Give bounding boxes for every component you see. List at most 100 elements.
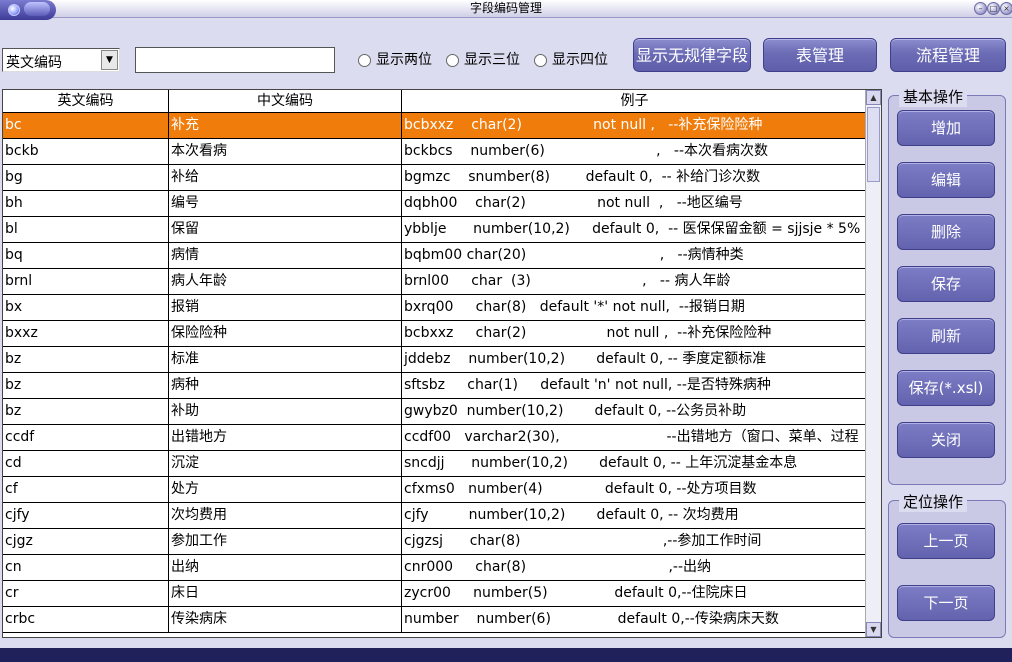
example-cell[interactable]: bcbxxz char(2) not null , --补充保险险种	[402, 113, 867, 138]
table-row[interactable]: bz 病种 sftsbz char(1) default 'n' not null,…	[3, 373, 867, 399]
close-icon[interactable]: ×	[1000, 2, 1012, 15]
example-cell[interactable]: jddebz number(10,2) default 0, -- 季度定额标准	[402, 347, 867, 372]
english-code-cell[interactable]: cjfy	[3, 503, 169, 528]
table-row[interactable]: cn 出纳 cnr000 char(8) ,--出纳	[3, 555, 867, 581]
chinese-code-cell[interactable]: 本次看病	[169, 139, 402, 164]
english-code-cell[interactable]: bxxz	[3, 321, 169, 346]
chevron-down-icon[interactable]: ▼	[101, 50, 118, 70]
show-irregular-fields-button[interactable]: 显示无规律字段	[633, 38, 751, 72]
example-cell[interactable]: cfxms0 number(4) default 0, --处方项目数	[402, 477, 867, 502]
radio-show-two-digits[interactable]: 显示两位	[358, 50, 432, 70]
table-row[interactable]: bxxz 保险险种 bcbxxz char(2) not null , --补充保险…	[3, 321, 867, 347]
next-page-button[interactable]: 下一页	[897, 585, 995, 621]
table-row[interactable]: cr 床日 zycr00 number(5) default 0,--住院床日	[3, 581, 867, 607]
vertical-scrollbar[interactable]: ▲ ▼	[865, 90, 881, 637]
example-cell[interactable]: bgmzc snumber(8) default 0, -- 补给门诊次数	[402, 165, 867, 190]
english-code-cell[interactable]: bq	[3, 243, 169, 268]
chinese-code-cell[interactable]: 病种	[169, 373, 402, 398]
english-code-cell[interactable]: bx	[3, 295, 169, 320]
table-row[interactable]: bh 编号 dqbh00 char(2) not null , --地区编号	[3, 191, 867, 217]
chinese-code-cell[interactable]: 保险险种	[169, 321, 402, 346]
english-code-cell[interactable]: bh	[3, 191, 169, 216]
example-cell[interactable]: dqbh00 char(2) not null , --地区编号	[402, 191, 867, 216]
example-cell[interactable]: bxrq00 char(8) default '*' not null, --报…	[402, 295, 867, 320]
column-header-chinese-code[interactable]: 中文编码	[169, 90, 402, 112]
chinese-code-cell[interactable]: 处方	[169, 477, 402, 502]
english-code-cell[interactable]: bz	[3, 373, 169, 398]
english-code-cell[interactable]: cr	[3, 581, 169, 606]
example-cell[interactable]: cjfy number(10,2) default 0, -- 次均费用	[402, 503, 867, 528]
example-cell[interactable]: cjgzsj char(8) ,--参加工作时间	[402, 529, 867, 554]
example-cell[interactable]: ccdf00 varchar2(30), --出错地方（窗口、菜单、过程	[402, 425, 867, 450]
example-cell[interactable]: sftsbz char(1) default 'n' not null, --是…	[402, 373, 867, 398]
workflow-management-button[interactable]: 流程管理	[890, 38, 1006, 72]
table-row[interactable]: bq 病情 bqbm00 char(20) , --病情种类	[3, 243, 867, 269]
chinese-code-cell[interactable]: 补助	[169, 399, 402, 424]
chinese-code-cell[interactable]: 报销	[169, 295, 402, 320]
scroll-up-icon[interactable]: ▲	[866, 90, 881, 105]
column-header-example[interactable]: 例子	[402, 90, 867, 112]
chinese-code-cell[interactable]: 传染病床	[169, 607, 402, 632]
example-cell[interactable]: ybblje number(10,2) default 0, -- 医保保留金额…	[402, 217, 867, 242]
english-code-cell[interactable]: bz	[3, 347, 169, 372]
save-button[interactable]: 保存	[897, 266, 995, 302]
table-row[interactable]: cd 沉淀 sncdjj number(10,2) default 0, -- 上年…	[3, 451, 867, 477]
chinese-code-cell[interactable]: 补给	[169, 165, 402, 190]
example-cell[interactable]: bcbxxz char(2) not null , --补充保险险种	[402, 321, 867, 346]
example-cell[interactable]: number number(6) default 0,--传染病床天数	[402, 607, 867, 632]
table-row[interactable]: cjfy 次均费用 cjfy number(10,2) default 0, -- …	[3, 503, 867, 529]
english-code-cell[interactable]: bc	[3, 113, 169, 138]
example-cell[interactable]: brnl00 char (3) , -- 病人年龄	[402, 269, 867, 294]
english-code-cell[interactable]: ccdf	[3, 425, 169, 450]
chinese-code-cell[interactable]: 病情	[169, 243, 402, 268]
table-row[interactable]: brnl 病人年龄 brnl00 char (3) , -- 病人年龄	[3, 269, 867, 295]
table-row[interactable]: ccdf 出错地方 ccdf00 varchar2(30), --出错地方（窗口、菜…	[3, 425, 867, 451]
delete-button[interactable]: 删除	[897, 214, 995, 250]
example-cell[interactable]: gwybz0 number(10,2) default 0, --公务员补助	[402, 399, 867, 424]
chinese-code-cell[interactable]: 标准	[169, 347, 402, 372]
refresh-button[interactable]: 刷新	[897, 318, 995, 354]
english-code-cell[interactable]: cd	[3, 451, 169, 476]
table-row[interactable]: bx 报销 bxrq00 char(8) default '*' not null,…	[3, 295, 867, 321]
radio-show-four-digits[interactable]: 显示四位	[534, 50, 608, 70]
table-row[interactable]: cf 处方 cfxms0 number(4) default 0, --处方项目数	[3, 477, 867, 503]
english-code-cell[interactable]: brnl	[3, 269, 169, 294]
english-code-cell[interactable]: crbc	[3, 607, 169, 632]
chinese-code-cell[interactable]: 次均费用	[169, 503, 402, 528]
table-management-button[interactable]: 表管理	[763, 38, 877, 72]
example-cell[interactable]: sncdjj number(10,2) default 0, -- 上年沉淀基金…	[402, 451, 867, 476]
english-code-cell[interactable]: bl	[3, 217, 169, 242]
minimize-icon[interactable]: –	[974, 2, 987, 15]
restore-icon[interactable]: □	[987, 2, 1000, 15]
scroll-thumb[interactable]	[867, 107, 880, 182]
previous-page-button[interactable]: 上一页	[897, 523, 995, 559]
table-row[interactable]: bz 补助 gwybz0 number(10,2) default 0, --公务员…	[3, 399, 867, 425]
chinese-code-cell[interactable]: 补充	[169, 113, 402, 138]
scroll-down-icon[interactable]: ▼	[866, 622, 881, 637]
chinese-code-cell[interactable]: 病人年龄	[169, 269, 402, 294]
chinese-code-cell[interactable]: 出错地方	[169, 425, 402, 450]
table-row[interactable]: crbc 传染病床 number number(6) default 0,--传染病…	[3, 607, 867, 633]
chinese-code-cell[interactable]: 保留	[169, 217, 402, 242]
table-row[interactable]: cjgz 参加工作 cjgzsj char(8) ,--参加工作时间	[3, 529, 867, 555]
search-input[interactable]	[135, 47, 335, 73]
table-row[interactable]: bg 补给 bgmzc snumber(8) default 0, -- 补给门诊次…	[3, 165, 867, 191]
english-code-cell[interactable]: cf	[3, 477, 169, 502]
table-row[interactable]: bc 补充 bcbxxz char(2) not null , --补充保险险种	[3, 113, 867, 139]
chinese-code-cell[interactable]: 床日	[169, 581, 402, 606]
chinese-code-cell[interactable]: 编号	[169, 191, 402, 216]
english-code-cell[interactable]: bz	[3, 399, 169, 424]
english-code-cell[interactable]: bckb	[3, 139, 169, 164]
example-cell[interactable]: bckbcs number(6) , --本次看病次数	[402, 139, 867, 164]
table-row[interactable]: bckb 本次看病 bckbcs number(6) , --本次看病次数	[3, 139, 867, 165]
close-button[interactable]: 关闭	[897, 422, 995, 458]
edit-button[interactable]: 编辑	[897, 162, 995, 198]
table-row[interactable]: bl 保留 ybblje number(10,2) default 0, -- 医保…	[3, 217, 867, 243]
save-xsl-button[interactable]: 保存(*.xsl)	[897, 370, 995, 406]
example-cell[interactable]: zycr00 number(5) default 0,--住院床日	[402, 581, 867, 606]
column-header-english-code[interactable]: 英文编码	[3, 90, 169, 112]
radio-show-three-digits[interactable]: 显示三位	[446, 50, 520, 70]
chinese-code-cell[interactable]: 参加工作	[169, 529, 402, 554]
example-cell[interactable]: cnr000 char(8) ,--出纳	[402, 555, 867, 580]
english-code-cell[interactable]: cjgz	[3, 529, 169, 554]
